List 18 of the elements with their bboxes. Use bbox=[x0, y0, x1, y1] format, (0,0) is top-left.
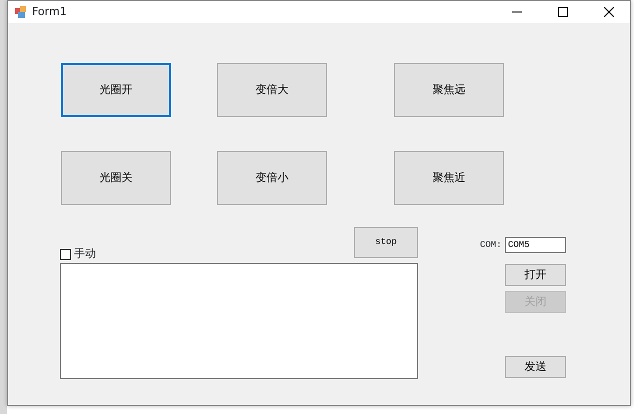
window-title: Form1 bbox=[32, 4, 67, 20]
lens-button[interactable]: 聚焦远 bbox=[394, 63, 504, 117]
send-button[interactable]: 发送 bbox=[505, 356, 566, 378]
lens-button[interactable]: 变倍小 bbox=[217, 151, 327, 205]
lens-button[interactable]: 光圈关 bbox=[61, 151, 171, 205]
checkbox-label: 手动 bbox=[74, 246, 96, 262]
log-textarea[interactable] bbox=[60, 263, 418, 379]
stop-button[interactable]: stop bbox=[354, 227, 418, 258]
maximize-icon bbox=[558, 7, 568, 17]
app-icon bbox=[14, 5, 28, 19]
close-icon bbox=[604, 7, 614, 17]
lens-button[interactable]: 聚焦近 bbox=[394, 151, 504, 205]
lens-button[interactable]: 光圈开 bbox=[61, 63, 171, 117]
com-label: COM: bbox=[480, 239, 502, 252]
lens-button[interactable]: 变倍大 bbox=[217, 63, 327, 117]
open-port-button[interactable]: 打开 bbox=[505, 264, 566, 286]
com-field[interactable]: COM5 bbox=[505, 237, 566, 253]
manual-checkbox[interactable] bbox=[60, 248, 71, 260]
